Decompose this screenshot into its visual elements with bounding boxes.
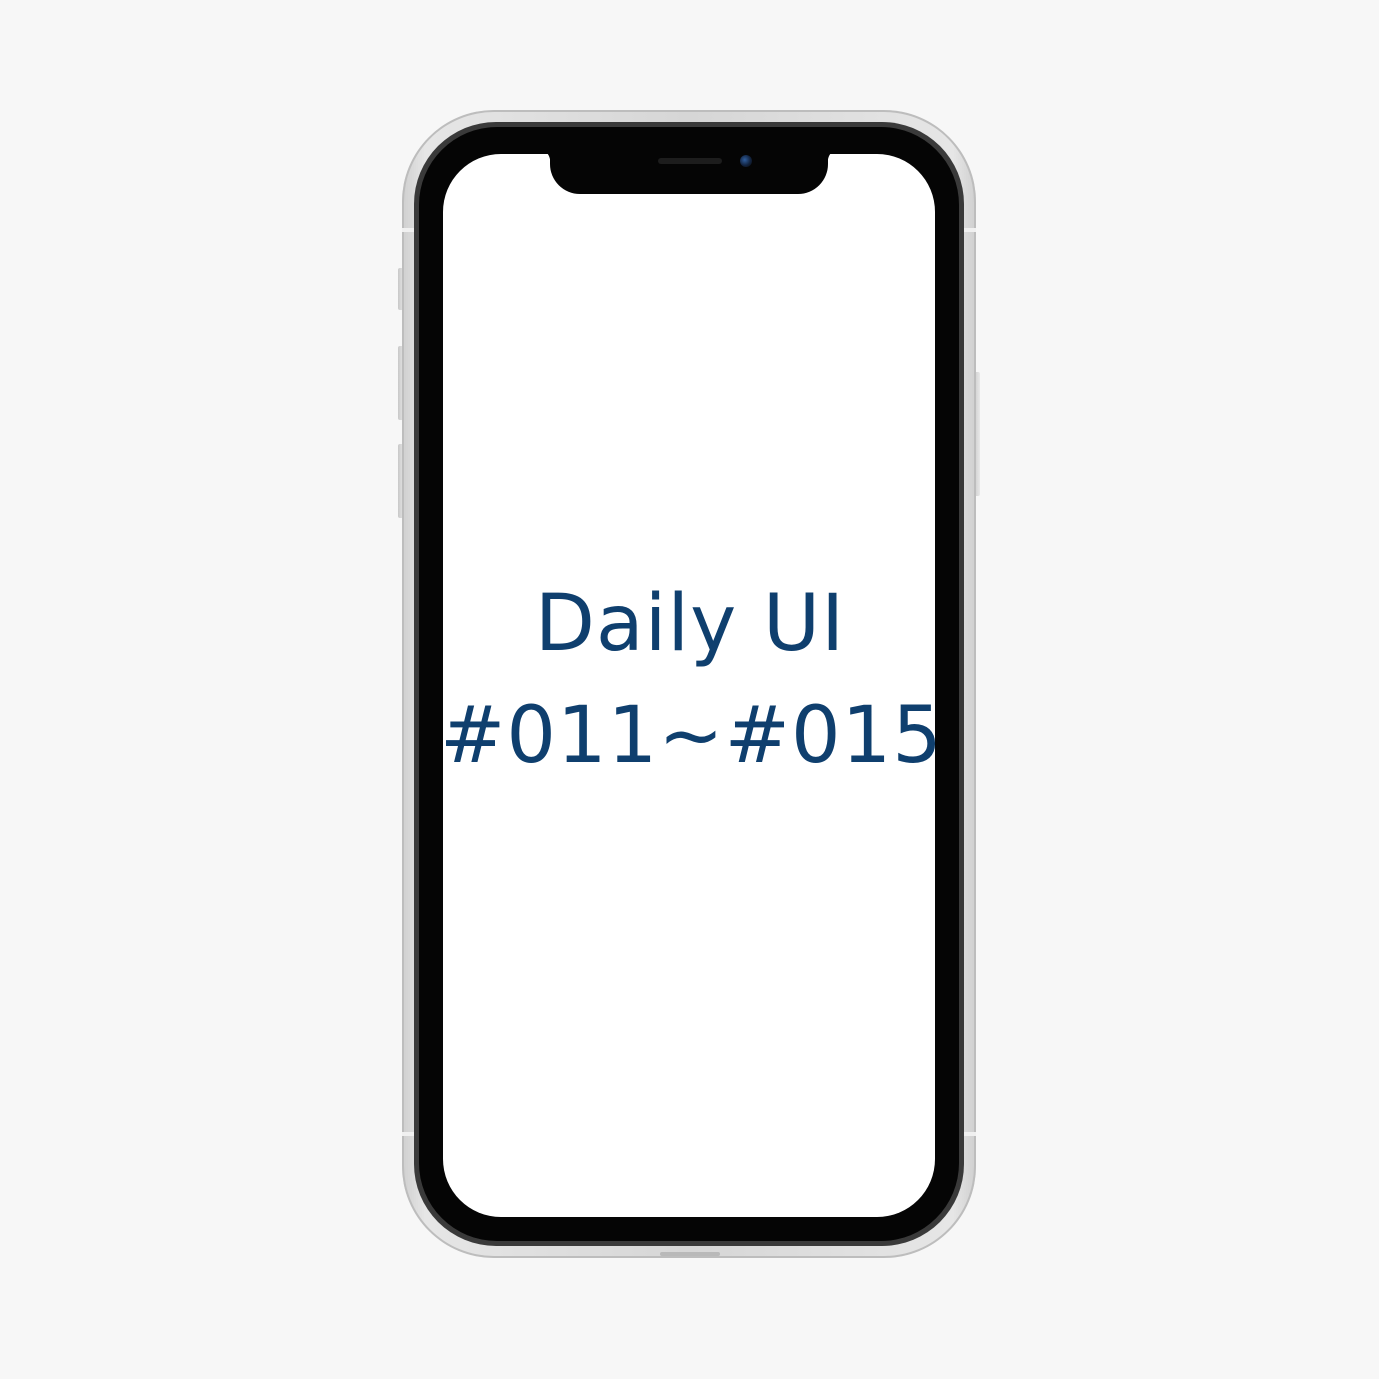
title-line-2: #011~#015: [440, 691, 943, 781]
canvas: Daily UI #011~#015: [0, 0, 1379, 1379]
earpiece-speaker-icon: [658, 158, 722, 164]
front-camera-icon: [740, 155, 752, 167]
title-line-1: Daily UI: [534, 579, 846, 669]
antenna-band: [964, 228, 976, 232]
notch: [536, 148, 842, 194]
antenna-band: [402, 228, 414, 232]
antenna-band: [964, 1132, 976, 1136]
antenna-band: [402, 1132, 414, 1136]
charging-port: [660, 1252, 720, 1256]
screen-title: Daily UI #011~#015: [440, 568, 943, 792]
